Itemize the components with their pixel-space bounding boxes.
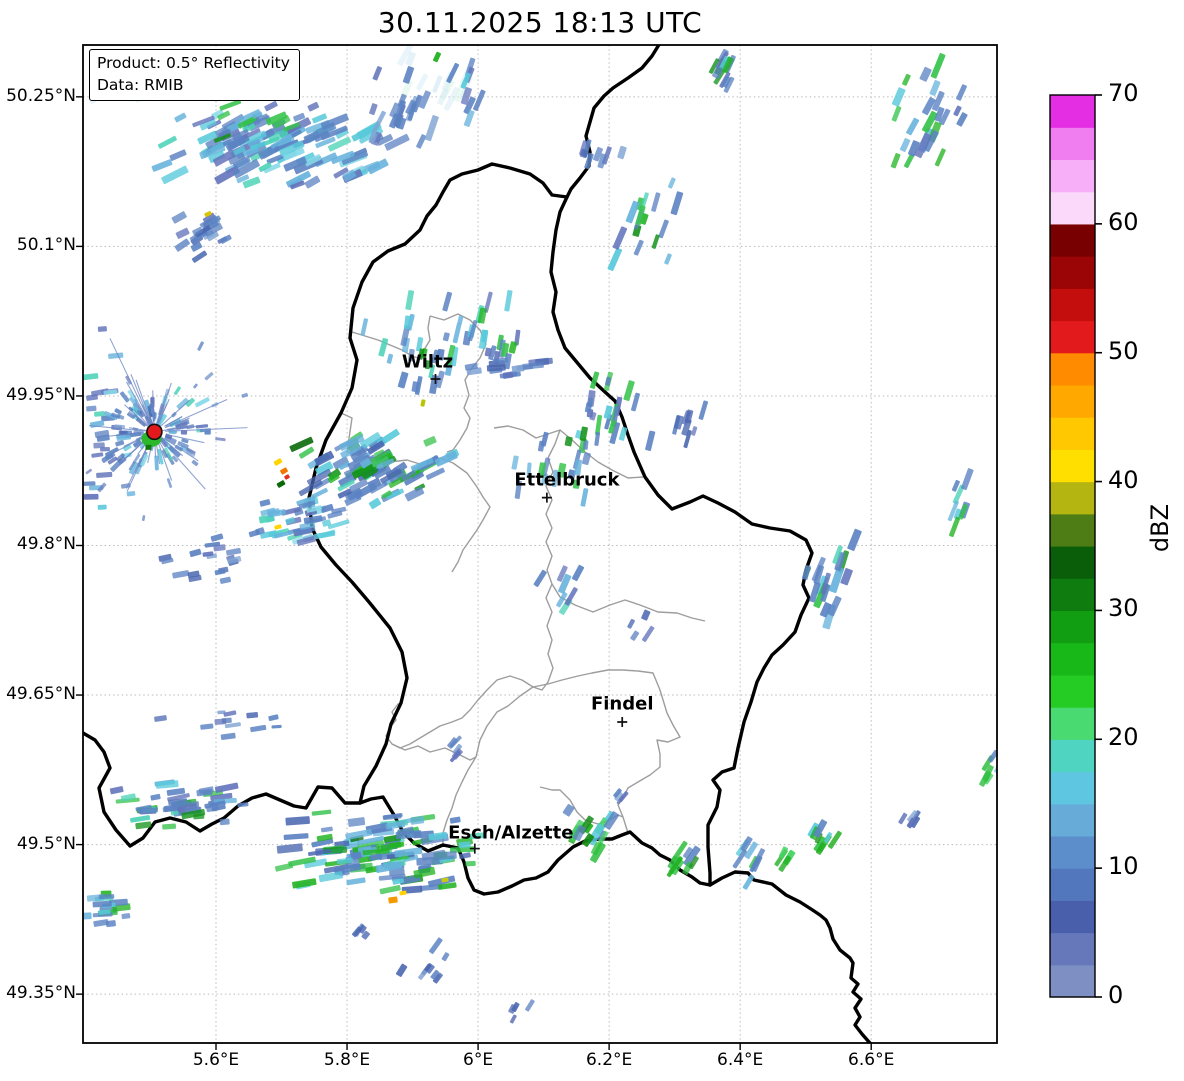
radar-figure: 30.11.2025 18:13 UTC Product: 0.5° Refle… (0, 0, 1184, 1081)
colorbar-tick-label: 40 (1108, 465, 1139, 494)
product-info-box: Product: 0.5° Reflectivity Data: RMIB (89, 49, 300, 102)
colorbar-tick-label: 20 (1108, 723, 1139, 752)
city-label: Wiltz (401, 351, 454, 373)
colorbar-tick-label: 30 (1108, 594, 1139, 623)
x-tick-label: 6.2°E (585, 1050, 633, 1070)
x-tick-label: 6.4°E (717, 1050, 764, 1070)
colorbar-tick-label: 50 (1108, 336, 1139, 365)
y-tick-label: 49.35°N (6, 983, 76, 1004)
city-marker (617, 716, 628, 727)
y-tick-label: 49.95°N (6, 384, 76, 405)
colorbar-tick-label: 70 (1108, 79, 1139, 107)
colorbar-tick-label: 60 (1108, 207, 1139, 236)
city-marker (541, 492, 552, 503)
y-tick-label: 50.1°N (16, 235, 76, 256)
city-label: Findel (590, 693, 654, 715)
radar-map-plot (76, 44, 1102, 1050)
city-label: Esch/Alzette (448, 822, 574, 844)
x-tick-label: 6°E (463, 1050, 494, 1070)
x-tick-label: 6.6°E (848, 1050, 895, 1070)
x-tick-label: 5.6°E (192, 1050, 240, 1070)
city-label: Ettelbruck (514, 469, 620, 491)
colorbar-axis-label: dBZ (1146, 503, 1174, 553)
data-source-line: Data: RMIB (97, 75, 184, 94)
y-tick-label: 49.65°N (6, 684, 76, 705)
plot-frame (82, 44, 998, 1044)
plot-area (83, 45, 997, 1043)
colorbar-tick-label: 0 (1108, 981, 1124, 1009)
product-line: Product: 0.5° Reflectivity (97, 54, 290, 72)
x-tick-label: 5.8°E (323, 1050, 371, 1070)
gridlines (83, 45, 997, 1043)
canton-borders (340, 313, 706, 845)
y-tick-label: 49.8°N (16, 534, 76, 555)
country-borders (83, 45, 873, 1043)
y-tick-label: 49.5°N (16, 833, 76, 854)
y-tick-label: 50.25°N (6, 85, 76, 106)
colorbar (1049, 94, 1102, 998)
colorbar-tick-label: 10 (1108, 852, 1139, 881)
